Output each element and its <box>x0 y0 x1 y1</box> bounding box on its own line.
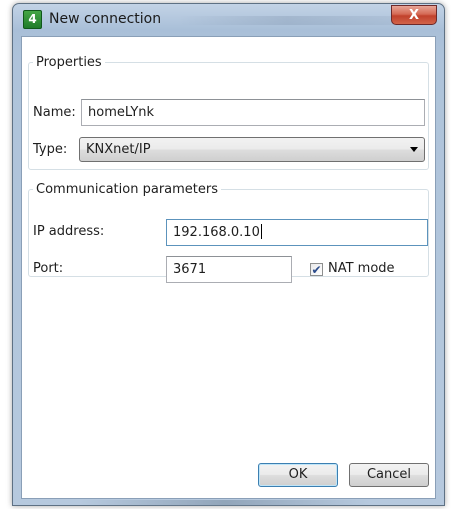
type-select[interactable]: KNXnet/IP <box>79 137 425 162</box>
dialog-body: Properties Name: homeLYnk Type: KNXnet/I… <box>21 36 436 499</box>
app-logo-icon: 4 <box>23 10 42 29</box>
properties-group: Properties Name: homeLYnk Type: KNXnet/I… <box>28 55 429 170</box>
port-input[interactable]: 3671 <box>166 256 292 283</box>
cancel-button[interactable]: Cancel <box>349 463 429 487</box>
name-label: Name: <box>33 105 76 120</box>
name-input[interactable]: homeLYnk <box>81 99 425 126</box>
ip-address-input[interactable]: 192.168.0.10 <box>166 219 428 246</box>
close-button[interactable]: X <box>391 5 437 25</box>
title-bar-blurred-background <box>177 16 397 25</box>
ok-button[interactable]: OK <box>258 463 338 487</box>
port-label: Port: <box>33 261 64 276</box>
communication-parameters-legend: Communication parameters <box>36 182 218 197</box>
checkmark-icon: ✔ <box>311 263 322 277</box>
properties-legend: Properties <box>36 55 102 70</box>
bottom-edge-blur <box>80 500 370 506</box>
chevron-down-icon <box>410 147 418 152</box>
type-label: Type: <box>33 142 68 157</box>
text-caret <box>260 224 262 239</box>
window-title: New connection <box>49 11 162 27</box>
communication-parameters-group: Communication parameters IP address: 192… <box>28 182 429 283</box>
new-connection-dialog: 4 New connection X Properties Name: home… <box>12 3 445 506</box>
nat-mode-label[interactable]: NAT mode <box>328 261 395 276</box>
title-bar[interactable]: 4 New connection X <box>13 4 444 40</box>
ip-address-label: IP address: <box>33 224 105 239</box>
type-select-value: KNXnet/IP <box>86 142 151 157</box>
ip-address-value: 192.168.0.10 <box>173 225 260 240</box>
nat-mode-checkbox[interactable]: ✔ <box>310 263 323 276</box>
close-icon: X <box>408 8 420 23</box>
